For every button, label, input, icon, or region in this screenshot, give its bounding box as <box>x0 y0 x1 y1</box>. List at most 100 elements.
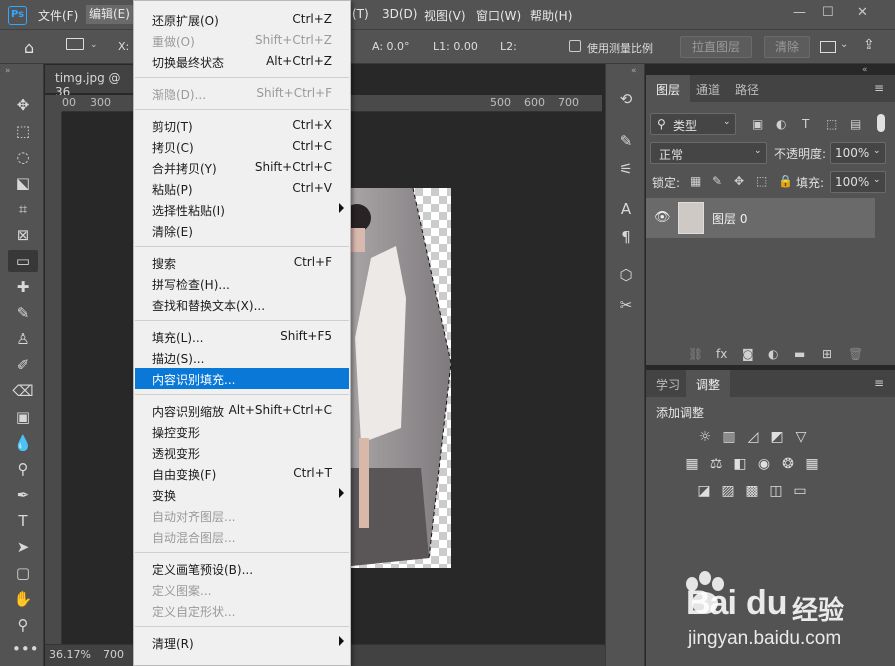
lock-transparency-icon[interactable]: ▦ <box>690 174 701 188</box>
channel-mixer-icon[interactable]: ❂ <box>779 456 797 472</box>
straighten-layer-button[interactable]: 拉直图层 <box>680 36 752 58</box>
adjustments-sliders-icon[interactable]: ⚟ <box>615 158 637 180</box>
shape-tool-icon[interactable]: ▢ <box>12 562 34 584</box>
zoom-level[interactable]: 36.17% <box>49 648 91 661</box>
menu-item-toggle-last-state[interactable]: 切换最终状态 Alt+Ctrl+Z <box>135 51 349 72</box>
black-white-icon[interactable]: ◧ <box>731 456 749 472</box>
new-layer-icon[interactable]: ⊞ <box>822 347 832 361</box>
tab-layers[interactable]: 图层 <box>646 75 691 102</box>
layer-name[interactable]: 图层 0 <box>712 210 747 227</box>
menu-type[interactable]: (T) <box>352 7 369 21</box>
tab-adjustments[interactable]: 调整 <box>686 370 731 397</box>
lock-all-icon[interactable]: 🔒 <box>778 174 793 188</box>
paragraph-panel-icon[interactable]: ¶ <box>615 226 637 248</box>
panel-menu-icon[interactable]: ≡ <box>874 376 884 390</box>
menu-item-puppet-warp[interactable]: 操控变形 <box>135 421 349 442</box>
lock-pixels-icon[interactable]: ✎ <box>712 174 722 188</box>
threshold-icon[interactable]: ▩ <box>743 483 761 499</box>
chevron-down-icon[interactable]: ⌄ <box>90 40 98 50</box>
ruler-tool-icon[interactable]: ▭ <box>8 250 38 272</box>
brush-tool-icon[interactable]: ✎ <box>12 302 34 324</box>
posterize-icon[interactable]: ▨ <box>719 483 737 499</box>
menu-item-clear[interactable]: 清除(E) <box>135 220 349 241</box>
filter-type-icon[interactable]: T <box>802 117 809 131</box>
brightness-icon[interactable]: ☼ <box>696 429 714 445</box>
tool-presets-icon[interactable]: ✂ <box>615 294 637 316</box>
menu-item-paste-special[interactable]: 选择性粘贴(I) <box>135 199 349 220</box>
menu-item-redo[interactable]: 重做(O) Shift+Ctrl+Z <box>135 30 349 51</box>
lock-position-icon[interactable]: ✥ <box>734 174 744 188</box>
vibrance-icon[interactable]: ▽ <box>792 429 810 445</box>
more-tools-icon[interactable]: ••• <box>12 638 39 660</box>
adjustment-layer-icon[interactable]: ◐ <box>768 347 778 361</box>
document-tab[interactable]: timg.jpg @ 36 <box>45 65 135 99</box>
link-layers-icon[interactable]: ⛓ <box>688 347 703 361</box>
menu-item-auto-align[interactable]: 自动对齐图层... <box>135 505 349 526</box>
menu-item-fill[interactable]: 填充(L)... Shift+F5 <box>135 326 349 347</box>
menu-item-define-shape[interactable]: 定义自定形状... <box>135 600 349 621</box>
delete-layer-icon[interactable]: 🗑 <box>848 347 863 361</box>
exposure-icon[interactable]: ◩ <box>768 429 786 445</box>
restore-icon[interactable]: ☐ <box>822 5 834 20</box>
menu-item-content-aware-scale[interactable]: 内容识别缩放 Alt+Shift+Ctrl+C <box>135 400 349 421</box>
tab-learn[interactable]: 学习 <box>646 370 690 397</box>
marquee-tool-icon[interactable]: ⬚ <box>12 120 34 142</box>
3d-panel-icon[interactable]: ⬡ <box>615 264 637 286</box>
character-panel-icon[interactable]: A <box>615 198 637 220</box>
menu-item-transform[interactable]: 变换 <box>135 484 349 505</box>
panel-menu-icon[interactable]: ≡ <box>874 81 884 95</box>
workspace-chevron-icon[interactable]: ⌄ <box>840 39 848 50</box>
menu-item-copy-merged[interactable]: 合并拷贝(Y) Shift+Ctrl+C <box>135 157 349 178</box>
close-icon[interactable]: ✕ <box>857 5 868 20</box>
photo-filter-icon[interactable]: ◉ <box>755 456 773 472</box>
tab-paths[interactable]: 路径 <box>725 75 769 102</box>
pen-tool-icon[interactable]: ✒ <box>12 484 34 506</box>
collapse-toolbar-icon[interactable]: » <box>5 66 11 76</box>
filter-shape-icon[interactable]: ⬚ <box>826 117 837 131</box>
menu-help[interactable]: 帮助(H) <box>530 7 572 24</box>
clear-button[interactable]: 清除 <box>764 36 810 58</box>
gradient-tool-icon[interactable]: ▣ <box>12 406 34 428</box>
levels-icon[interactable]: ▥ <box>720 429 738 445</box>
dodge-tool-icon[interactable]: ⚲ <box>12 458 34 480</box>
quick-select-tool-icon[interactable]: ⬕ <box>12 172 34 194</box>
lock-artboard-icon[interactable]: ⬚ <box>756 174 767 188</box>
menu-item-purge[interactable]: 清理(R) <box>135 632 349 653</box>
eraser-tool-icon[interactable]: ⌫ <box>12 380 34 402</box>
menu-item-auto-blend[interactable]: 自动混合图层... <box>135 526 349 547</box>
workspace-icon[interactable] <box>820 41 836 53</box>
hand-tool-icon[interactable]: ✋ <box>12 588 34 610</box>
menu-item-free-transform[interactable]: 自由变换(F) Ctrl+T <box>135 463 349 484</box>
menu-view[interactable]: 视图(V) <box>424 7 466 24</box>
menu-item-perspective-warp[interactable]: 透视变形 <box>135 442 349 463</box>
lasso-tool-icon[interactable]: ◌ <box>12 146 34 168</box>
menu-item-find-replace[interactable]: 查找和替换文本(X)... <box>135 294 349 315</box>
filter-toggle[interactable] <box>877 114 885 132</box>
share-icon[interactable]: ⇪ <box>863 37 875 53</box>
menu-edit[interactable]: 编辑(E) <box>86 5 133 24</box>
zoom-tool-icon[interactable]: ⚲ <box>12 614 34 636</box>
use-scale-checkbox[interactable] <box>569 40 581 52</box>
layer-image[interactable] <box>351 188 451 568</box>
menu-item-define-pattern[interactable]: 定义图案... <box>135 579 349 600</box>
menu-item-stroke[interactable]: 描边(S)... <box>135 347 349 368</box>
healing-brush-icon[interactable]: ✚ <box>12 276 34 298</box>
menu-item-search[interactable]: 搜索 Ctrl+F <box>135 252 349 273</box>
move-tool-icon[interactable]: ✥ <box>12 94 34 116</box>
ruler-tool-icon[interactable] <box>66 38 84 50</box>
clone-stamp-icon[interactable]: ♙ <box>12 328 34 350</box>
type-tool-icon[interactable]: T <box>12 510 34 532</box>
menu-item-paste[interactable]: 粘贴(P) Ctrl+V <box>135 178 349 199</box>
invert-icon[interactable]: ◪ <box>695 483 713 499</box>
layer-row[interactable]: 👁 图层 0 <box>646 198 875 238</box>
menu-item-spell-check[interactable]: 拼写检查(H)... <box>135 273 349 294</box>
opacity-input[interactable]: 100% ⌄ <box>830 142 886 164</box>
menu-item-content-aware-fill[interactable]: 内容识别填充... <box>135 368 349 389</box>
path-select-icon[interactable]: ➤ <box>12 536 34 558</box>
menu-window[interactable]: 窗口(W) <box>476 7 521 24</box>
filter-adjust-icon[interactable]: ◐ <box>776 117 786 131</box>
frame-tool-icon[interactable]: ⊠ <box>12 224 34 246</box>
menu-item-cut[interactable]: 剪切(T) Ctrl+X <box>135 115 349 136</box>
crop-tool-icon[interactable]: ⌗ <box>12 198 34 220</box>
blur-tool-icon[interactable]: 💧 <box>12 432 34 454</box>
